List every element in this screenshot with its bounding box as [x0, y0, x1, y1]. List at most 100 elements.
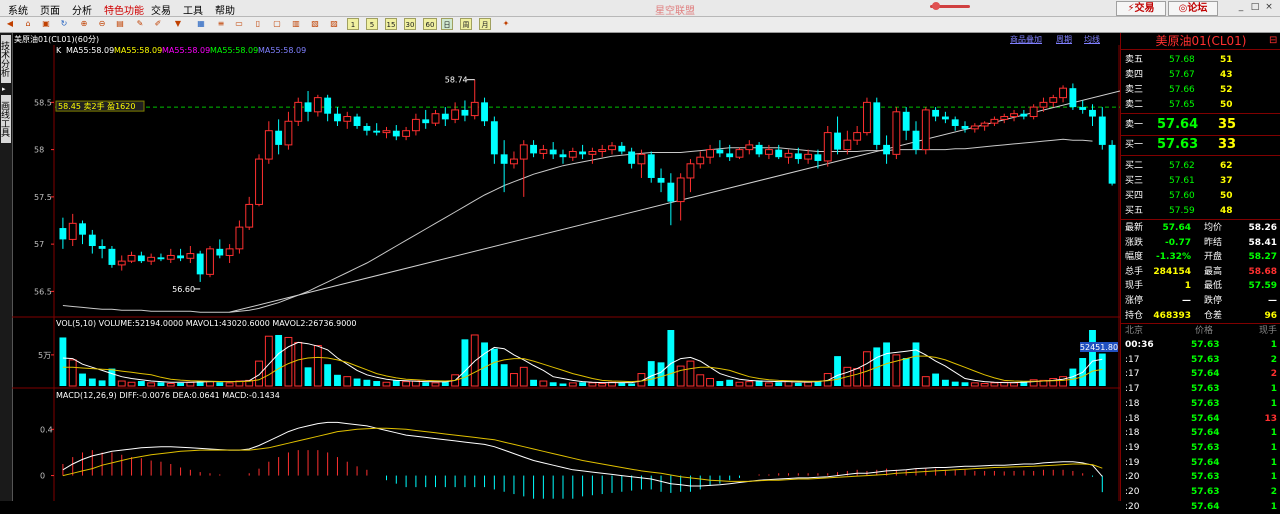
overlay-link[interactable]: 商品叠加	[1010, 34, 1042, 45]
note-icon[interactable]: ▭	[233, 18, 245, 30]
candle-body	[313, 97, 322, 113]
candle-body	[225, 248, 234, 256]
candle-body	[892, 111, 901, 155]
tick-row: :18 57.64 13	[1121, 412, 1280, 426]
period-week-button[interactable]: 周	[460, 18, 472, 30]
quote-title: 美原油01(CL01)	[1155, 34, 1247, 48]
period-60-button[interactable]: 60	[423, 18, 437, 30]
bookmark-icon[interactable]: ▯	[252, 18, 264, 30]
minimize-icon[interactable]: _	[1236, 2, 1246, 12]
collapse-icon[interactable]: ⊟	[1269, 35, 1277, 46]
period-15-button[interactable]: 15	[385, 18, 397, 30]
candle-body	[804, 153, 813, 160]
stat-value: —	[1182, 296, 1191, 306]
sidebar-tab-drawing[interactable]: 画线工具	[0, 95, 11, 143]
candle-body	[579, 151, 587, 155]
candle-body	[304, 102, 312, 112]
volume-bar	[745, 381, 754, 387]
zoom-out-icon[interactable]: ⊖	[96, 18, 108, 30]
menu-help[interactable]: 帮助	[215, 2, 235, 17]
volume-bar	[1089, 330, 1096, 386]
sidebar-tab-analysis[interactable]: 技术分析	[0, 35, 11, 83]
menu-system[interactable]: 系统	[8, 2, 28, 17]
volume-label: VOL(5,10) VOLUME:52194.0000 MAVOL1:43020…	[56, 319, 357, 328]
volume-bar	[775, 382, 783, 386]
menu-tools[interactable]: 工具	[183, 2, 203, 17]
menu-page[interactable]: 页面	[40, 2, 60, 17]
arrow-right-icon[interactable]: ▸	[2, 85, 6, 93]
back-icon[interactable]: ◀	[4, 18, 16, 30]
list-icon[interactable]: ≡	[215, 18, 227, 30]
tick-vol: 2	[1270, 354, 1277, 365]
volume-bar	[490, 348, 498, 386]
window-icon[interactable]: ▢	[271, 18, 283, 30]
menu-bar: 系统 页面 分析 特色功能 交易 工具 帮助 星空联盟 ⚡交易 ◎论坛 _ □ …	[0, 0, 1280, 17]
candlestick-chart[interactable]: K MA55:58.09 MA55:58.09 MA55:58.09 MA55:58.0…	[12, 45, 1120, 501]
ma-value: MA55:58.09	[162, 46, 210, 55]
y-tick-label: 57.5	[34, 193, 52, 202]
brush-icon[interactable]: ✐	[152, 18, 164, 30]
volume-bar	[324, 364, 332, 386]
stat-label: 现手	[1125, 281, 1144, 292]
bid1-row: 买一 57.63 33	[1121, 137, 1280, 153]
volume-bar	[902, 358, 910, 386]
candle-body	[441, 113, 449, 120]
refresh-icon[interactable]: ↻	[58, 18, 70, 30]
zoom-in-icon[interactable]: ⊕	[78, 18, 90, 30]
period-1-button[interactable]: 1	[347, 18, 359, 30]
tick-time: :19	[1125, 442, 1140, 453]
trade-button[interactable]: ⚡交易	[1116, 1, 1166, 16]
tick-row: :17 57.64 2	[1121, 367, 1280, 381]
volume-ma1-line	[62, 341, 1103, 384]
menu-trade[interactable]: 交易	[151, 2, 171, 17]
period-day-button[interactable]: 日	[441, 18, 453, 30]
stat-label: 开盘	[1204, 252, 1223, 263]
home-icon[interactable]: ⌂	[22, 18, 34, 30]
period-30-button[interactable]: 30	[404, 18, 416, 30]
menu-analysis[interactable]: 分析	[72, 2, 92, 17]
period-link[interactable]: 周期	[1056, 34, 1072, 45]
forum-button[interactable]: ◎论坛	[1168, 1, 1218, 16]
volume-slider-knob[interactable]	[932, 2, 940, 10]
volume-bar	[127, 381, 136, 387]
tick-vol: 1	[1270, 472, 1277, 483]
tick-price: 57.64	[1191, 369, 1220, 380]
volume-bar	[186, 381, 195, 387]
maximize-icon[interactable]: □	[1250, 2, 1260, 12]
lightning-icon: ⚡	[1127, 3, 1135, 14]
draw-icon[interactable]: ✎	[134, 18, 146, 30]
video-icon[interactable]: ▣	[40, 18, 52, 30]
period-month-button[interactable]: 月	[479, 18, 491, 30]
ma-link[interactable]: 均线	[1084, 34, 1100, 45]
tick-vol: 2	[1270, 369, 1277, 380]
candle-body	[411, 118, 420, 132]
bid-row: 买二 57.62 62	[1121, 159, 1280, 173]
volume-bar	[461, 339, 469, 386]
funnel-icon[interactable]: ▼	[172, 18, 184, 30]
close-icon[interactable]: ×	[1264, 2, 1274, 12]
candle-body	[166, 254, 175, 260]
volume-bar	[1010, 382, 1018, 387]
volume-bar	[500, 364, 508, 386]
layout-icon[interactable]: ▤	[114, 18, 126, 30]
tick-row: :20 57.64 1	[1121, 500, 1280, 514]
table-icon[interactable]: ▨	[328, 18, 340, 30]
volume-bar	[794, 382, 802, 386]
chart-icon[interactable]: ▧	[309, 18, 321, 30]
candle-body	[59, 228, 67, 240]
volume-bar	[422, 382, 430, 386]
candle-body	[951, 119, 959, 126]
candle-body	[706, 149, 715, 158]
tick-row: :20 57.63 2	[1121, 485, 1280, 499]
candle-body	[628, 151, 636, 164]
period-5-button[interactable]: 5	[366, 18, 378, 30]
tile-icon[interactable]: ▥	[290, 18, 302, 30]
trade-button-label: 交易	[1134, 3, 1155, 14]
menu-special[interactable]: 特色功能	[104, 2, 144, 17]
bid-vol: 48	[1220, 206, 1233, 216]
volume-bar	[382, 381, 391, 387]
settings-icon[interactable]: ✦	[500, 18, 512, 30]
stat-label: 昨结	[1204, 237, 1223, 248]
bid-label: 买二	[1125, 161, 1144, 171]
grid-icon[interactable]: ▦	[195, 18, 207, 30]
